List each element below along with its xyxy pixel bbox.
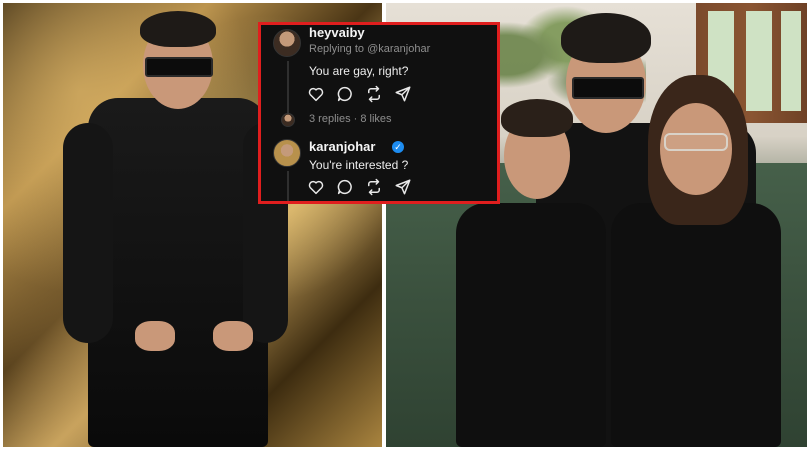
comment-thread-card: heyvaiby Replying to @karanjohar You are… <box>258 22 500 204</box>
heart-icon[interactable] <box>307 178 325 196</box>
verified-badge-icon: ✓ <box>392 141 404 153</box>
reply-text: You are gay, right? <box>309 64 409 78</box>
karanjohar-avatar[interactable] <box>273 139 301 167</box>
heart-icon[interactable] <box>307 85 325 103</box>
reply-username[interactable]: heyvaiby <box>309 25 365 40</box>
response-username[interactable]: karanjohar <box>309 139 375 154</box>
comment-icon[interactable] <box>336 85 354 103</box>
repost-icon[interactable] <box>365 178 383 196</box>
reply-stats[interactable]: 3 replies · 8 likes <box>309 113 392 125</box>
replier-avatar <box>281 113 295 127</box>
response-text: You're interested ? <box>309 158 409 172</box>
share-icon[interactable] <box>394 85 412 103</box>
thread-line <box>287 61 289 119</box>
thread-line <box>287 171 289 201</box>
repost-icon[interactable] <box>365 85 383 103</box>
replying-to-label[interactable]: Replying to @karanjohar <box>309 43 430 55</box>
share-icon[interactable] <box>394 178 412 196</box>
comment-icon[interactable] <box>336 178 354 196</box>
heyvaiby-avatar[interactable] <box>273 29 301 57</box>
